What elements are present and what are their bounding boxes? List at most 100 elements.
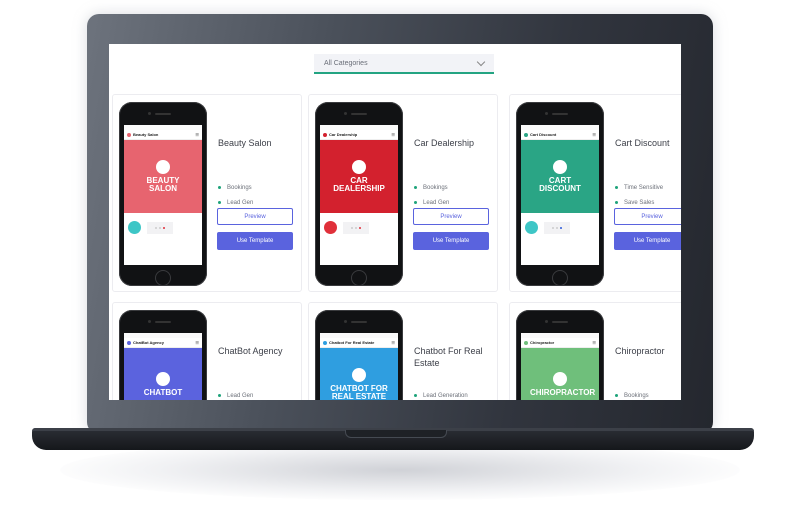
- camera-icon: [545, 320, 548, 323]
- phone-display: Beauty Salon ☰ BEAUTY SALON: [124, 125, 202, 265]
- template-icon: [352, 368, 366, 382]
- speaker-icon: [155, 113, 171, 115]
- home-button-icon: [155, 270, 171, 286]
- hero-text: BEAUTY SALON: [146, 176, 180, 193]
- speaker-icon: [552, 113, 568, 115]
- speaker-icon: [155, 321, 171, 323]
- app-logo-icon: [127, 340, 131, 345]
- feature-tag-label: Save Sales: [624, 199, 655, 206]
- feature-tag: Bookings: [615, 388, 649, 400]
- hero-text: CHATBOT FOR REAL ESTATE: [330, 384, 388, 401]
- template-title: Chiropractor: [615, 346, 665, 356]
- phone-display: Chiropractor ☰ CHIROPRACTOR: [521, 333, 599, 400]
- phone-display: Chatbot For Real Estate ☰ CHATBOT FOR RE…: [320, 333, 398, 400]
- phone-mockup: Cart Discount ☰ CART DISCOUNT: [516, 102, 604, 286]
- chat-preview: [521, 213, 599, 242]
- menu-icon: ☰: [592, 340, 596, 345]
- phone-display: Cart Discount ☰ CART DISCOUNT: [521, 125, 599, 265]
- app-title: Beauty Salon: [133, 132, 159, 137]
- feature-tag-label: Bookings: [227, 184, 252, 191]
- template-card: Chiropractor ☰ CHIROPRACTOR Chiropractor…: [509, 302, 681, 400]
- hero-text: CAR DEALERSHIP: [333, 176, 385, 193]
- template-icon: [156, 160, 170, 174]
- bullet-icon: [414, 394, 417, 397]
- template-card: Beauty Salon ☰ BEAUTY SALON Beauty Salon…: [112, 94, 302, 292]
- bullet-icon: [218, 186, 221, 189]
- use-template-button[interactable]: Use Template: [217, 232, 293, 250]
- typing-bubble: [343, 221, 369, 234]
- feature-tag-label: Lead Gen: [227, 392, 254, 399]
- template-title: ChatBot Agency: [218, 346, 283, 356]
- phone-mockup: Chiropractor ☰ CHIROPRACTOR: [516, 310, 604, 400]
- feature-tag: Lead Generation: [414, 388, 468, 400]
- feature-tag-label: Lead Gen: [423, 199, 450, 206]
- template-title: Beauty Salon: [218, 138, 272, 148]
- camera-icon: [344, 320, 347, 323]
- phone-mockup: Chatbot For Real Estate ☰ CHATBOT FOR RE…: [315, 310, 403, 400]
- feature-tag: Bookings: [218, 180, 253, 195]
- use-template-button[interactable]: Use Template: [614, 232, 681, 250]
- hero-banner: BEAUTY SALON: [124, 140, 202, 213]
- phone-display: ChatBot Agency ☰ CHATBOT: [124, 333, 202, 400]
- phone-mockup: Car Dealership ☰ CAR DEALERSHIP: [315, 102, 403, 286]
- hero-banner: CAR DEALERSHIP: [320, 140, 398, 213]
- app-bar: Cart Discount ☰: [521, 130, 599, 140]
- template-title: Car Dealership: [414, 138, 475, 148]
- feature-tag: Bookings: [414, 180, 449, 195]
- category-select-value: All Categories: [324, 59, 368, 67]
- avatar: [525, 221, 538, 234]
- menu-icon: ☰: [195, 340, 199, 345]
- template-card: Car Dealership ☰ CAR DEALERSHIP Car Deal…: [308, 94, 498, 292]
- camera-icon: [344, 112, 347, 115]
- template-title: Chatbot For Real Estate: [414, 346, 483, 368]
- feature-tags: Bookings Lead Gen: [414, 180, 449, 210]
- camera-icon: [148, 112, 151, 115]
- menu-icon: ☰: [195, 132, 199, 137]
- bullet-icon: [218, 394, 221, 397]
- phone-display: Car Dealership ☰ CAR DEALERSHIP: [320, 125, 398, 265]
- chat-preview: [124, 213, 202, 242]
- template-title: Cart Discount: [615, 138, 670, 148]
- menu-icon: ☰: [592, 132, 596, 137]
- chat-preview: [320, 213, 398, 242]
- feature-tags: Lead Gen: [218, 388, 253, 400]
- avatar: [128, 221, 141, 234]
- menu-icon: ☰: [391, 132, 395, 137]
- app-logo-icon: [127, 132, 131, 137]
- hero-banner: CHIROPRACTOR: [521, 348, 599, 400]
- feature-tag-label: Bookings: [624, 392, 649, 399]
- template-icon: [553, 372, 567, 386]
- chevron-down-icon: [476, 57, 486, 66]
- speaker-icon: [552, 321, 568, 323]
- app-logo-icon: [323, 132, 327, 137]
- hero-text: CART DISCOUNT: [539, 176, 581, 193]
- app-bar: Beauty Salon ☰: [124, 130, 202, 140]
- template-card: Cart Discount ☰ CART DISCOUNT Cart Disco…: [509, 94, 681, 292]
- hero-banner: CHATBOT FOR REAL ESTATE: [320, 348, 398, 400]
- feature-tags: Bookings: [615, 388, 649, 400]
- app-logo-icon: [524, 132, 528, 137]
- feature-tag-label: Lead Generation: [423, 392, 468, 399]
- bullet-icon: [615, 394, 618, 397]
- category-select[interactable]: All Categories: [314, 54, 494, 74]
- hero-text: CHIROPRACTOR: [530, 388, 596, 397]
- app-logo-icon: [524, 340, 528, 345]
- bullet-icon: [414, 201, 417, 204]
- laptop-screen: All Categories Beauty Salon ☰ BEAUTY SAL…: [109, 44, 681, 400]
- menu-icon: ☰: [391, 340, 395, 345]
- laptop-notch: [345, 430, 447, 438]
- typing-bubble: [544, 221, 570, 234]
- app-bar: Chiropractor ☰: [521, 338, 599, 348]
- home-button-icon: [351, 270, 367, 286]
- hero-banner: CHATBOT: [124, 348, 202, 400]
- camera-icon: [545, 112, 548, 115]
- bullet-icon: [218, 201, 221, 204]
- preview-button[interactable]: Preview: [614, 208, 681, 225]
- preview-button[interactable]: Preview: [413, 208, 489, 225]
- use-template-button[interactable]: Use Template: [413, 232, 489, 250]
- app-title: ChatBot Agency: [133, 340, 164, 345]
- app-title: Chiropractor: [530, 340, 555, 345]
- speaker-icon: [351, 113, 367, 115]
- preview-button[interactable]: Preview: [217, 208, 293, 225]
- bullet-icon: [615, 201, 618, 204]
